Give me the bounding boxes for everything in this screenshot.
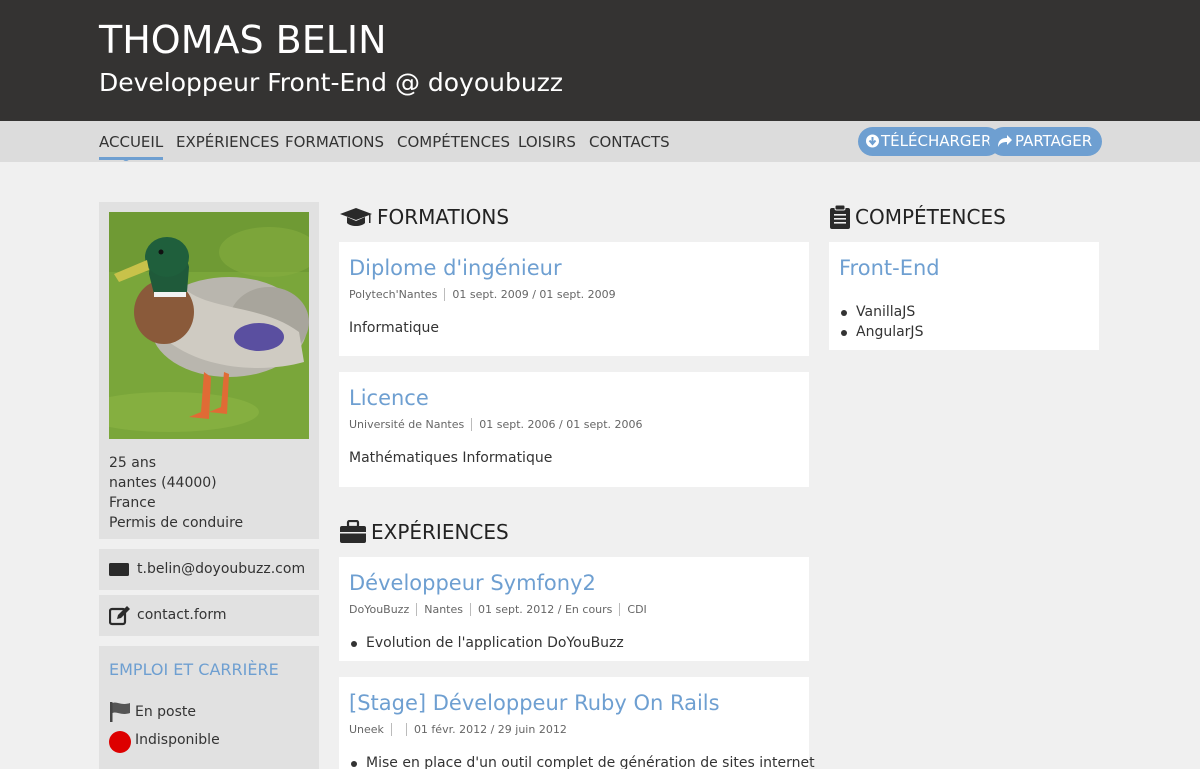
formation-meta: Polytech'Nantes 01 sept. 2009 / 01 sept.… — [349, 288, 623, 301]
experience-meta: DoYouBuzz Nantes 01 sept. 2012 / En cour… — [349, 603, 654, 616]
career-status-row: En poste — [109, 702, 196, 726]
experience-dates: 01 sept. 2012 / En cours — [470, 603, 619, 616]
nav-item-accueil[interactable]: ACCUEIL — [99, 133, 164, 160]
list-item: Mise en place d'un outil complet de géné… — [349, 753, 815, 769]
list-item: AngularJS — [839, 322, 923, 342]
share-button[interactable]: PARTAGER — [989, 127, 1103, 156]
profile-card: 25 ans nantes (44000) France Permis de c… — [99, 202, 319, 539]
list-item: VanillaJS — [839, 302, 923, 322]
nav-item-contacts[interactable]: CONTACTS — [589, 133, 670, 151]
career-availability: Indisponible — [135, 732, 220, 748]
experiences-section-title: EXPÉRIENCES — [339, 520, 509, 544]
formation-description: Mathématiques Informatique — [349, 450, 553, 466]
experience-company: DoYouBuzz — [349, 603, 410, 616]
experience-meta: Uneek 01 févr. 2012 / 29 juin 2012 — [349, 723, 574, 736]
career-card: EMPLOI ET CARRIÈRE En poste Indisponible — [99, 646, 319, 769]
profile-headline: Developpeur Front-End @ doyoubuzz — [99, 68, 563, 97]
main-nav: ACCUEIL EXPÉRIENCES FORMATIONS COMPÉTENC… — [0, 121, 1200, 162]
career-title: EMPLOI ET CARRIÈRE — [109, 660, 279, 679]
nav-item-formations[interactable]: FORMATIONS — [285, 133, 384, 151]
formation-dates: 01 sept. 2006 / 01 sept. 2006 — [471, 418, 649, 431]
competences-title: COMPÉTENCES — [855, 205, 1006, 229]
nav-item-loisirs[interactable]: LOISIRS — [518, 133, 576, 151]
profile-name: THOMAS BELIN — [99, 18, 387, 62]
profile-age: 25 ans — [109, 455, 157, 471]
career-availability-row: Indisponible — [109, 730, 220, 758]
experience-company: Uneek — [349, 723, 384, 736]
profile-license: Permis de conduire — [109, 515, 244, 531]
briefcase-icon — [340, 520, 366, 543]
experience-contract: CDI — [619, 603, 653, 616]
status-red-dot-icon — [109, 731, 131, 753]
formation-dates: 01 sept. 2009 / 01 sept. 2009 — [444, 288, 622, 301]
career-status: En poste — [135, 704, 197, 720]
download-arrow-icon — [866, 134, 879, 148]
experience-dates: 01 févr. 2012 / 29 juin 2012 — [405, 723, 574, 736]
formation-meta: Université de Nantes 01 sept. 2006 / 01 … — [349, 418, 650, 431]
experience-title[interactable]: Développeur Symfony2 — [349, 571, 596, 595]
competence-list: VanillaJS AngularJS — [839, 302, 923, 342]
flag-icon — [110, 702, 130, 722]
profile-city: nantes (44000) — [109, 475, 217, 491]
formation-school: Polytech'Nantes — [349, 288, 438, 301]
email-row[interactable]: t.belin@doyoubuzz.com — [99, 549, 319, 590]
competence-group-title: Front-End — [839, 256, 940, 280]
envelope-icon — [109, 563, 129, 576]
profile-photo — [109, 212, 309, 439]
experience-title[interactable]: [Stage] Développeur Ruby On Rails — [349, 691, 720, 715]
edit-icon — [109, 606, 130, 626]
experiences-title: EXPÉRIENCES — [371, 520, 509, 544]
experience-bullets: Mise en place d'un outil complet de géné… — [349, 753, 815, 769]
contact-form-row[interactable]: contact.form — [99, 595, 319, 636]
active-tab-indicator — [122, 157, 130, 161]
formation-card: Diplome d'ingénieur Polytech'Nantes 01 s… — [339, 242, 809, 356]
experience-bullets: Evolution de l'application DoYouBuzz — [349, 633, 624, 653]
share-button-label: PARTAGER — [1015, 132, 1093, 150]
page-header: THOMAS BELIN Developpeur Front-End @ doy… — [0, 0, 1200, 121]
competence-card: Front-End VanillaJS AngularJS — [829, 242, 1099, 350]
experience-location: Nantes — [416, 603, 470, 616]
nav-item-experiences[interactable]: EXPÉRIENCES — [176, 133, 279, 151]
list-item: Evolution de l'application DoYouBuzz — [349, 633, 624, 653]
profile-country: France — [109, 495, 156, 511]
contact-form-link[interactable]: contact.form — [137, 607, 226, 623]
formations-section-title: FORMATIONS — [339, 205, 509, 229]
experience-card: Développeur Symfony2 DoYouBuzz Nantes 01… — [339, 557, 809, 661]
formation-description: Informatique — [349, 320, 439, 336]
formation-title[interactable]: Licence — [349, 386, 429, 410]
download-button[interactable]: TÉLÉCHARGER — [858, 127, 1002, 156]
graduation-cap-icon — [340, 208, 372, 226]
experience-card: [Stage] Développeur Ruby On Rails Uneek … — [339, 677, 815, 769]
formation-title[interactable]: Diplome d'ingénieur — [349, 256, 562, 280]
formation-card: Licence Université de Nantes 01 sept. 20… — [339, 372, 809, 487]
clipboard-icon — [830, 205, 850, 229]
experience-location — [390, 723, 406, 736]
competences-section-title: COMPÉTENCES — [829, 205, 1006, 229]
download-button-label: TÉLÉCHARGER — [881, 132, 992, 150]
profile-info: 25 ans nantes (44000) France Permis de c… — [109, 453, 243, 533]
formation-school: Université de Nantes — [349, 418, 465, 431]
nav-item-competences[interactable]: COMPÉTENCES — [397, 133, 510, 151]
formations-title: FORMATIONS — [377, 205, 510, 229]
email-link[interactable]: t.belin@doyoubuzz.com — [137, 561, 305, 577]
share-arrow-icon — [998, 135, 1012, 147]
